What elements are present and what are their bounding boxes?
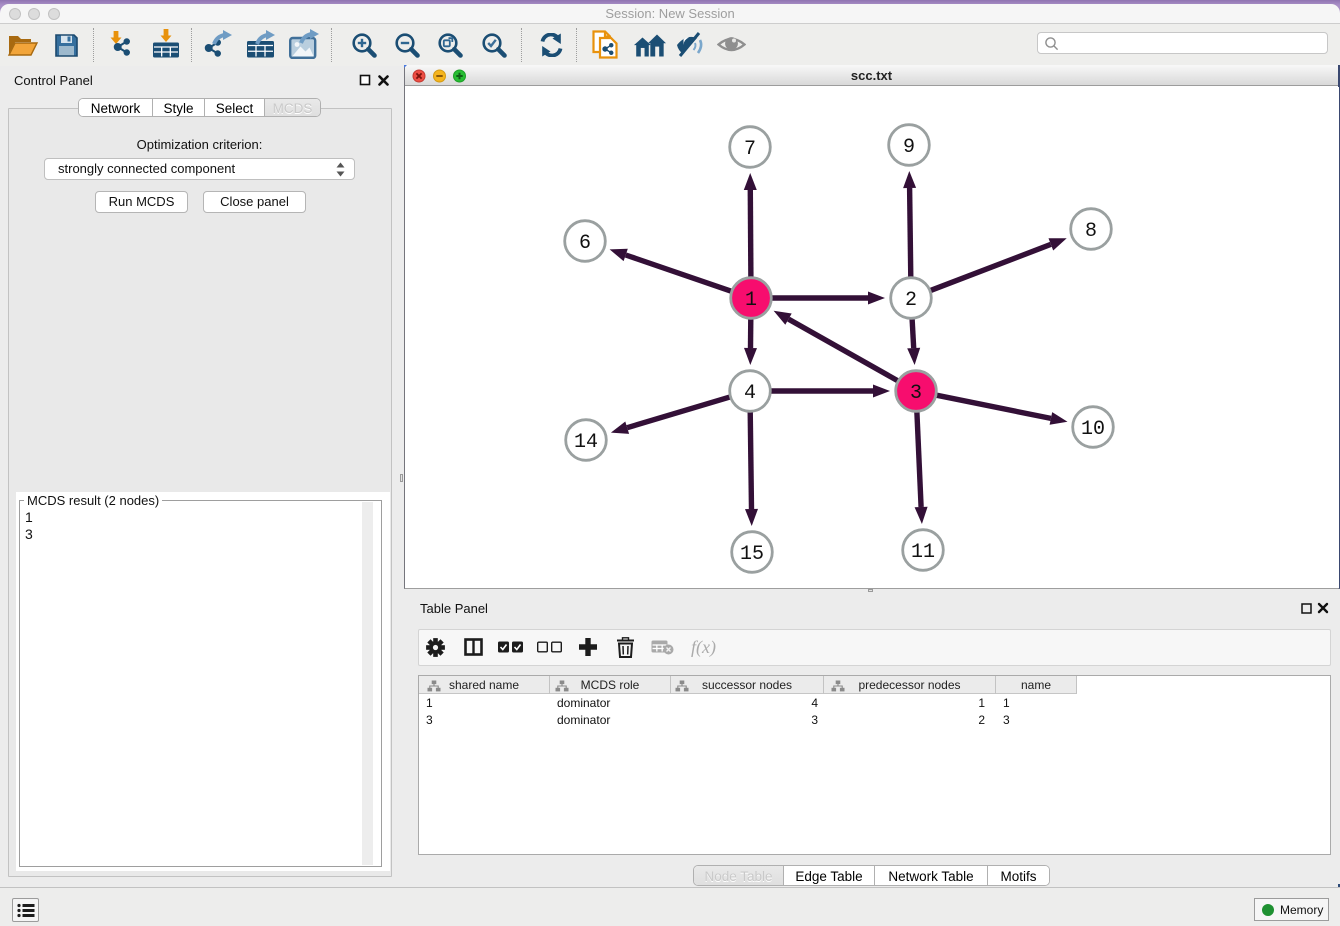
svg-text:9: 9 — [903, 136, 915, 159]
svg-text:7: 7 — [744, 138, 756, 161]
svg-text:10: 10 — [1081, 418, 1105, 441]
svg-text:2: 2 — [905, 289, 917, 312]
svg-text:11: 11 — [911, 541, 935, 564]
svg-text:6: 6 — [579, 232, 591, 255]
svg-text:1: 1 — [745, 289, 757, 312]
svg-text:8: 8 — [1085, 220, 1097, 243]
svg-text:3: 3 — [910, 382, 922, 405]
svg-text:15: 15 — [740, 543, 764, 566]
svg-text:14: 14 — [574, 431, 598, 454]
svg-text:4: 4 — [744, 382, 756, 405]
